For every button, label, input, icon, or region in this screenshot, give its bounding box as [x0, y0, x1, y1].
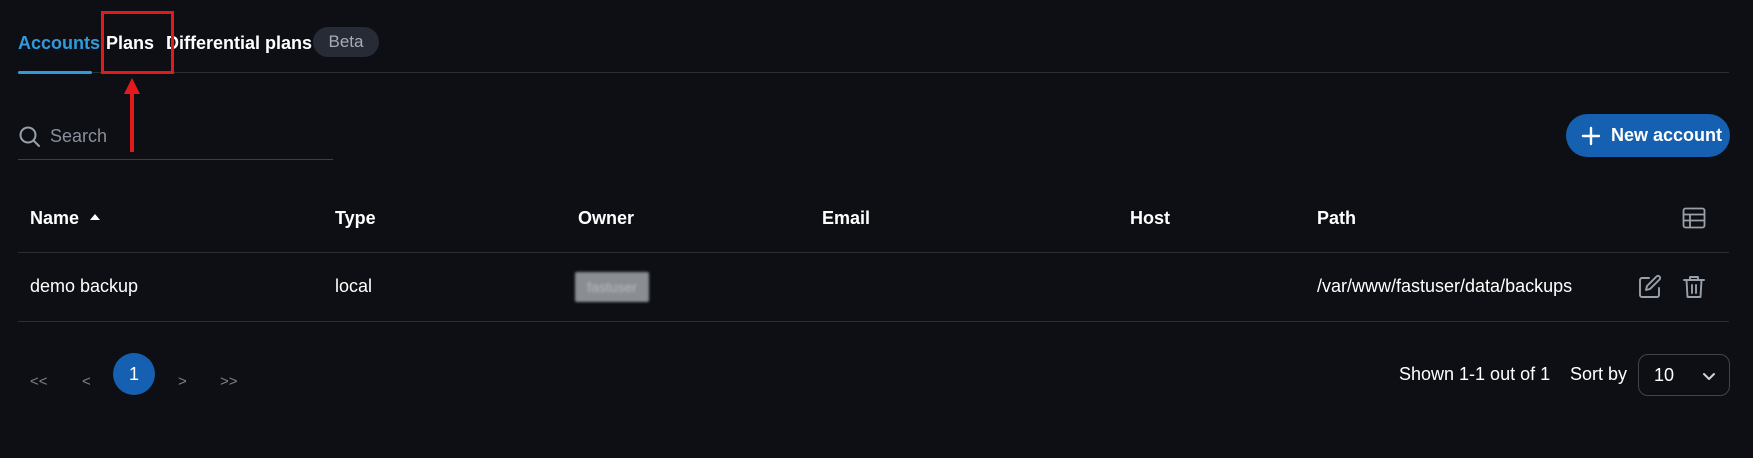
- cell-owner-redacted: fastuser: [575, 272, 649, 302]
- prev-page-button[interactable]: <: [82, 373, 91, 390]
- cell-type: local: [335, 276, 373, 296]
- column-header-name[interactable]: Name: [30, 208, 101, 229]
- column-header-type[interactable]: Type: [335, 208, 376, 229]
- chevron-down-icon: [1701, 368, 1717, 389]
- active-tab-indicator: [18, 71, 92, 74]
- search-input[interactable]: [50, 122, 320, 150]
- tab-differential-plans[interactable]: Differential plans: [166, 33, 312, 54]
- annotation-highlight-box: [101, 11, 174, 74]
- next-page-button[interactable]: >: [178, 373, 187, 390]
- results-count: Shown 1-1 out of 1: [1399, 364, 1551, 384]
- new-account-label: New account: [1611, 125, 1723, 145]
- beta-badge: Beta: [313, 27, 379, 57]
- tab-accounts[interactable]: Accounts: [18, 33, 100, 54]
- page-size-value: 10: [1654, 365, 1675, 385]
- search-field: [18, 115, 333, 160]
- first-page-button[interactable]: <<: [30, 373, 48, 390]
- cell-name: demo backup: [30, 276, 139, 296]
- current-page-button[interactable]: 1: [113, 353, 155, 395]
- tab-bar: Accounts Plans Differential plans Beta: [18, 0, 1729, 74]
- cell-path: /var/www/fastuser/data/backups: [1317, 276, 1573, 296]
- new-account-button[interactable]: New account: [1566, 114, 1730, 157]
- edit-icon[interactable]: [1637, 274, 1663, 305]
- search-icon: [18, 125, 42, 149]
- column-header-path[interactable]: Path: [1317, 208, 1356, 229]
- sort-by-label: Sort by: [1570, 364, 1628, 384]
- column-header-owner[interactable]: Owner: [578, 208, 634, 229]
- columns-table-icon[interactable]: [1682, 207, 1706, 234]
- row-divider: [18, 321, 1729, 322]
- page-size-select[interactable]: 10: [1638, 354, 1730, 396]
- trash-icon[interactable]: [1682, 274, 1706, 305]
- last-page-button[interactable]: >>: [220, 373, 238, 390]
- column-header-name-label: Name: [30, 208, 80, 228]
- column-header-host[interactable]: Host: [1130, 208, 1170, 229]
- sort-up-icon: [90, 214, 101, 221]
- column-header-email[interactable]: Email: [822, 208, 870, 229]
- plus-icon: [1581, 126, 1601, 145]
- header-divider: [18, 252, 1729, 253]
